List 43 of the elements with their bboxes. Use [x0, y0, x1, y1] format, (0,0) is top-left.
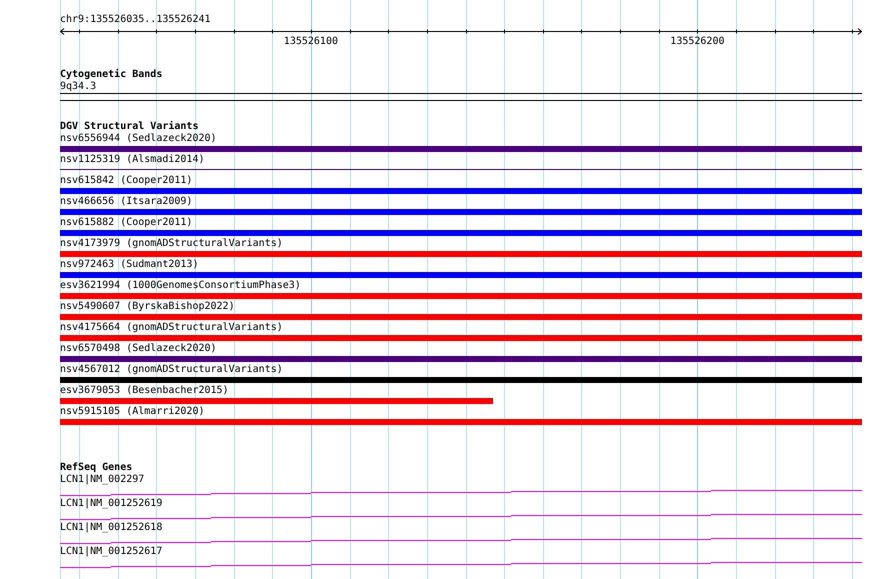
variant-line[interactable] — [60, 169, 862, 170]
variant-bar[interactable] — [60, 251, 862, 257]
variant-bar[interactable] — [60, 209, 862, 215]
variant-bar[interactable] — [60, 230, 862, 236]
variant-bar[interactable] — [60, 377, 862, 383]
gene-label[interactable]: LCN1|NM_002297 — [60, 474, 144, 486]
variant-label[interactable]: nsv4175664 (gnomADStructuralVariants) — [60, 322, 283, 334]
track-title: RefSeq Genes — [60, 462, 132, 474]
variant-label[interactable]: nsv4567012 (gnomADStructuralVariants) — [60, 364, 283, 376]
band-label: 9q34.3 — [60, 81, 96, 93]
variant-bar[interactable] — [60, 314, 862, 320]
gene-model-drawing[interactable] — [60, 562, 862, 568]
variant-bar[interactable] — [60, 419, 862, 425]
variant-label[interactable]: esv3679053 (Besenbacher2015) — [60, 385, 229, 397]
gene-model-drawing[interactable] — [60, 490, 862, 496]
variant-label[interactable]: nsv5490607 (ByrskaBishop2022) — [60, 301, 235, 313]
variant-label[interactable]: nsv972463 (Sudmant2013) — [60, 259, 198, 271]
variant-bar[interactable] — [60, 398, 494, 404]
variant-bar[interactable] — [60, 356, 862, 362]
variant-label[interactable]: nsv615842 (Cooper2011) — [60, 175, 192, 187]
variant-label[interactable]: nsv1125319 (Alsmadi2014) — [60, 154, 204, 166]
variant-label[interactable]: nsv6570498 (Sedlazeck2020) — [60, 343, 217, 355]
variant-label[interactable]: nsv6556944 (Sedlazeck2020) — [60, 133, 217, 145]
variant-bar[interactable] — [60, 335, 862, 341]
variant-bar[interactable] — [60, 146, 862, 152]
variant-bar[interactable] — [60, 272, 862, 278]
variant-label[interactable]: esv3621994 (1000GenomesConsortiumPhase3) — [60, 280, 301, 292]
variant-label[interactable]: nsv466656 (Itsara2009) — [60, 196, 192, 208]
track-title: DGV Structural Variants — [60, 121, 198, 133]
gene-model-drawing[interactable] — [60, 538, 862, 544]
variant-label[interactable]: nsv615882 (Cooper2011) — [60, 217, 192, 229]
variant-bar[interactable] — [60, 293, 862, 299]
ruler-tick-label: 135526200 — [670, 36, 724, 48]
gene-model-drawing[interactable] — [60, 514, 862, 520]
gene-label[interactable]: LCN1|NM_001252618 — [60, 522, 162, 534]
variant-label[interactable]: nsv4173979 (gnomADStructuralVariants) — [60, 238, 283, 250]
variant-bar[interactable] — [60, 188, 862, 194]
gene-label[interactable]: LCN1|NM_001252619 — [60, 498, 162, 510]
location-label: chr9:135526035..135526241 — [60, 14, 211, 26]
variant-label[interactable]: nsv5915105 (Almarri2020) — [60, 406, 204, 418]
track-title: Cytogenetic Bands — [60, 69, 162, 81]
gene-label[interactable]: LCN1|NM_001252617 — [60, 546, 162, 558]
ruler-tick-label: 135526100 — [284, 36, 338, 48]
